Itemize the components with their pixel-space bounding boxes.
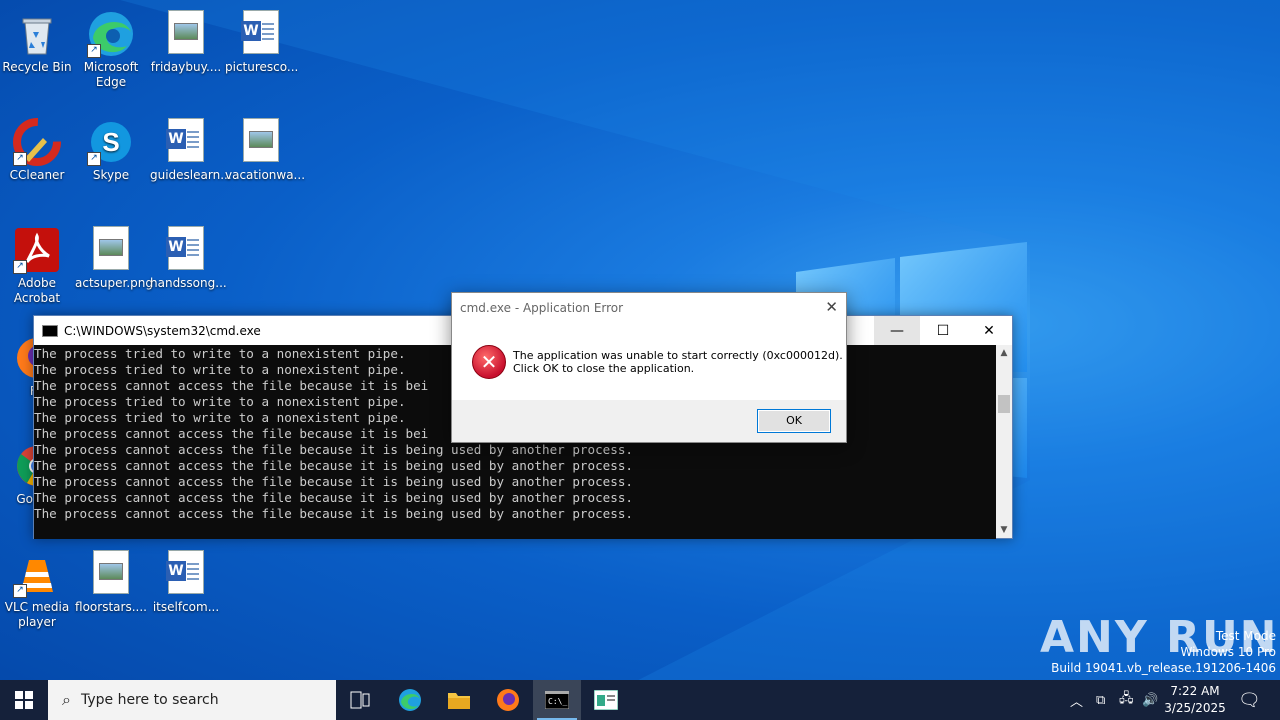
desktop-icon-label: guideslearn...	[150, 168, 232, 182]
skype-icon: S ↗	[87, 118, 135, 166]
error-icon: ✕	[472, 345, 506, 379]
desktop-icon-vacationwa[interactable]: vacationwa...	[225, 114, 306, 183]
scroll-down-icon[interactable]: ▼	[996, 522, 1012, 538]
notification-icon[interactable]: 🗨	[1238, 680, 1261, 720]
desktop-icon-label: CCleaner	[9, 168, 65, 182]
desktop-icon-handssong[interactable]: W handssong...	[150, 222, 227, 291]
scroll-up-icon[interactable]: ▲	[996, 345, 1012, 361]
desktop-icon-label: floorstars....	[75, 600, 147, 614]
desktop-icon-fridaybuy[interactable]: fridaybuy....	[150, 6, 222, 75]
edge-icon: ↗	[87, 10, 135, 58]
console-line: The process cannot access the file becau…	[34, 490, 633, 505]
taskbar-file-explorer[interactable]	[435, 680, 483, 720]
application-window-icon	[594, 690, 618, 710]
desktop-icon-label: picturesco...	[225, 60, 299, 74]
word-doc-icon: W	[237, 10, 285, 58]
word-doc-icon: W	[162, 226, 210, 274]
desktop-icon-label: actsuper.png	[75, 276, 153, 290]
network-icon[interactable]: 🖧	[1119, 680, 1134, 720]
desktop-icon-guideslearn[interactable]: W guideslearn...	[150, 114, 232, 183]
ccleaner-icon: ↗	[13, 118, 61, 166]
desktop-icon-floorstars[interactable]: floorstars....	[75, 546, 147, 615]
image-file-icon	[87, 226, 135, 274]
dialog-message-line: Click OK to close the application.	[513, 362, 695, 375]
desktop-icon-label: fridaybuy....	[150, 60, 222, 74]
desktop-icon-skype[interactable]: S ↗ Skype	[75, 114, 147, 183]
start-button[interactable]	[0, 680, 48, 720]
clock-date: 3/25/2025	[1164, 701, 1226, 715]
dialog-title: cmd.exe - Application Error	[460, 301, 624, 315]
dialog-footer: OK	[452, 400, 846, 442]
cmd-icon: C:\_	[545, 691, 569, 709]
firefox-icon	[497, 689, 519, 711]
search-icon: ⌕	[62, 690, 71, 709]
desktop-icon-picturesco[interactable]: W picturesco...	[225, 6, 299, 75]
clock-time: 7:22 AM	[1170, 684, 1220, 698]
desktop-icon-ccleaner[interactable]: ↗ CCleaner	[1, 114, 73, 183]
desktop-icon-actsuper[interactable]: actsuper.png	[75, 222, 153, 291]
error-dialog[interactable]: cmd.exe - Application Error ✕ ✕ The appl…	[451, 292, 847, 443]
image-file-icon	[87, 550, 135, 598]
svg-text:C:\_: C:\_	[548, 697, 567, 706]
svg-text:S: S	[102, 127, 119, 157]
folder-icon	[448, 693, 470, 709]
desktop-icon-label: handssong...	[150, 276, 227, 290]
desktop-icon-label: Recycle Bin	[2, 60, 72, 74]
desktop-icon-adobe-acrobat[interactable]: ↗ Adobe Acrobat	[1, 222, 73, 306]
taskbar-app[interactable]	[582, 680, 630, 720]
console-line: The process cannot access the file becau…	[34, 506, 633, 521]
watermark-line: Build 19041.vb_release.191206-1406	[1051, 661, 1276, 675]
image-file-icon	[237, 118, 285, 166]
cmd-icon	[42, 324, 58, 337]
desktop-icon-label: Microsoft Edge	[83, 60, 139, 89]
taskbar-edge[interactable]	[386, 680, 434, 720]
task-view-button[interactable]	[336, 680, 384, 720]
desktop-icon-label: VLC media player	[4, 600, 70, 629]
vlc-icon: ↗	[13, 550, 61, 598]
edge-icon	[399, 689, 421, 711]
acrobat-icon: ↗	[13, 226, 61, 274]
dialog-message: The application was unable to start corr…	[513, 349, 843, 375]
maximize-button[interactable]: ☐	[920, 316, 966, 345]
tray-device-icon[interactable]: ⧉	[1096, 680, 1105, 720]
taskbar-firefox[interactable]	[484, 680, 532, 720]
desktop-icon-label: Adobe Acrobat	[13, 276, 61, 305]
desktop-icon-label: Skype	[92, 168, 130, 182]
watermark-line: Windows 10 Pro	[1180, 645, 1276, 659]
cmd-title: C:\WINDOWS\system32\cmd.exe	[64, 323, 261, 338]
tray-overflow-icon[interactable]: ︿	[1070, 680, 1083, 720]
system-watermark: Test Mode Windows 10 Pro Build 19041.vb_…	[1051, 628, 1276, 676]
watermark-line: Test Mode	[1215, 629, 1276, 643]
desktop-icon-itselfcom[interactable]: W itselfcom...	[150, 546, 222, 615]
desktop-icon-recycle-bin[interactable]: Recycle Bin	[1, 6, 73, 75]
scroll-thumb[interactable]	[998, 395, 1010, 413]
console-line: The process cannot access the file becau…	[34, 474, 633, 489]
taskbar-cmd[interactable]: C:\_	[533, 680, 581, 720]
volume-icon[interactable]: 🔊	[1142, 680, 1158, 720]
desktop-icon-vlc[interactable]: ↗ VLC media player	[1, 546, 73, 630]
taskbar-search[interactable]: ⌕ Type here to search	[48, 680, 336, 720]
dialog-close-icon[interactable]: ✕	[825, 298, 838, 316]
taskbar: ⌕ Type here to search C:\_ ︿ ⧉ 🖧 🔊 7:22 …	[0, 680, 1280, 720]
close-button[interactable]: ✕	[966, 316, 1012, 345]
windows-icon	[15, 691, 33, 709]
word-doc-icon: W	[162, 550, 210, 598]
recycle-bin-icon	[13, 10, 61, 58]
taskbar-clock[interactable]: 7:22 AM 3/25/2025	[1160, 683, 1230, 717]
search-placeholder: Type here to search	[80, 692, 219, 708]
task-view-icon	[350, 691, 370, 709]
dialog-message-line: The application was unable to start corr…	[513, 349, 843, 362]
console-scrollbar[interactable]: ▲ ▼	[996, 345, 1012, 538]
console-line: The process cannot access the file becau…	[34, 458, 633, 473]
image-file-icon	[162, 10, 210, 58]
desktop-icon-edge[interactable]: ↗ Microsoft Edge	[75, 6, 147, 90]
console-line: The process cannot access the file becau…	[34, 442, 633, 457]
word-doc-icon: W	[162, 118, 210, 166]
minimize-button[interactable]: —	[874, 316, 920, 345]
desktop-icon-label: vacationwa...	[225, 168, 306, 182]
ok-button[interactable]: OK	[757, 409, 831, 433]
desktop-icon-label: itselfcom...	[152, 600, 220, 614]
